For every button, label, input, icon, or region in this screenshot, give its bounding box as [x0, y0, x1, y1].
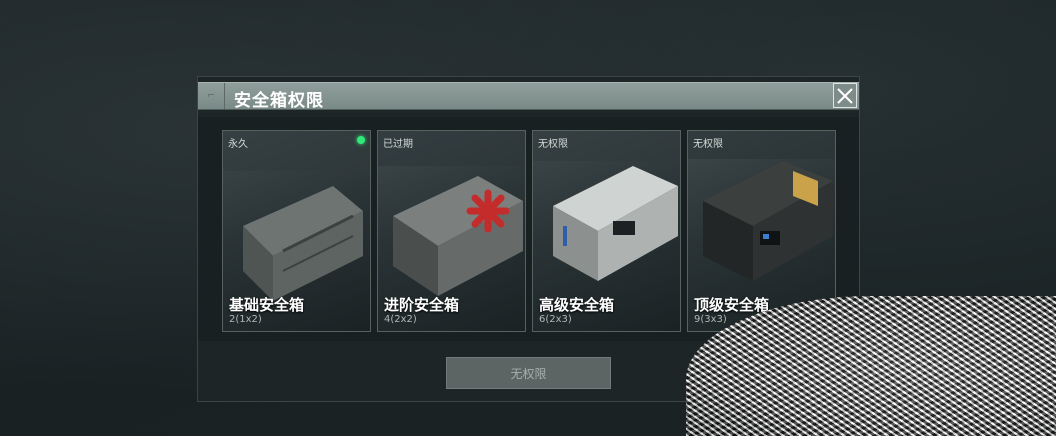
- card-list: 永久 基础安全箱 2(1x2) 已过期 进阶安全箱 4(2x2) 无权限 高级安…: [198, 117, 859, 341]
- card-name: 进阶安全箱: [384, 296, 460, 314]
- safebox-card-basic[interactable]: 永久 基础安全箱 2(1x2): [222, 130, 371, 332]
- dialog-title-bar: ⌐ 安全箱权限: [198, 82, 859, 111]
- dialog-title: 安全箱权限: [234, 91, 324, 111]
- card-size: 9(3x3): [694, 314, 727, 325]
- title-grip-icon: ⌐: [198, 83, 225, 109]
- close-icon: [837, 87, 853, 104]
- game-background: ⌐ 安全箱权限 永久 基础安全箱 2(1x2) 已过期 进阶安全箱 4(2x2)…: [0, 0, 1056, 436]
- card-status: 已过期: [383, 139, 413, 150]
- no-permission-button[interactable]: 无权限: [446, 357, 611, 389]
- card-size: 4(2x2): [384, 314, 417, 325]
- card-status: 无权限: [538, 139, 568, 150]
- close-button[interactable]: [833, 83, 857, 108]
- card-name: 顶级安全箱: [694, 296, 770, 314]
- card-status: 无权限: [693, 139, 723, 150]
- card-size: 2(1x2): [229, 314, 262, 325]
- card-name: 基础安全箱: [229, 296, 305, 314]
- card-size: 6(2x3): [539, 314, 572, 325]
- safebox-card-premium[interactable]: 无权限 高级安全箱 6(2x3): [532, 130, 681, 332]
- card-name: 高级安全箱: [539, 296, 615, 314]
- card-status: 永久: [228, 139, 248, 150]
- active-indicator-icon: [357, 136, 365, 144]
- safebox-card-advanced[interactable]: 已过期 进阶安全箱 4(2x2): [377, 130, 526, 332]
